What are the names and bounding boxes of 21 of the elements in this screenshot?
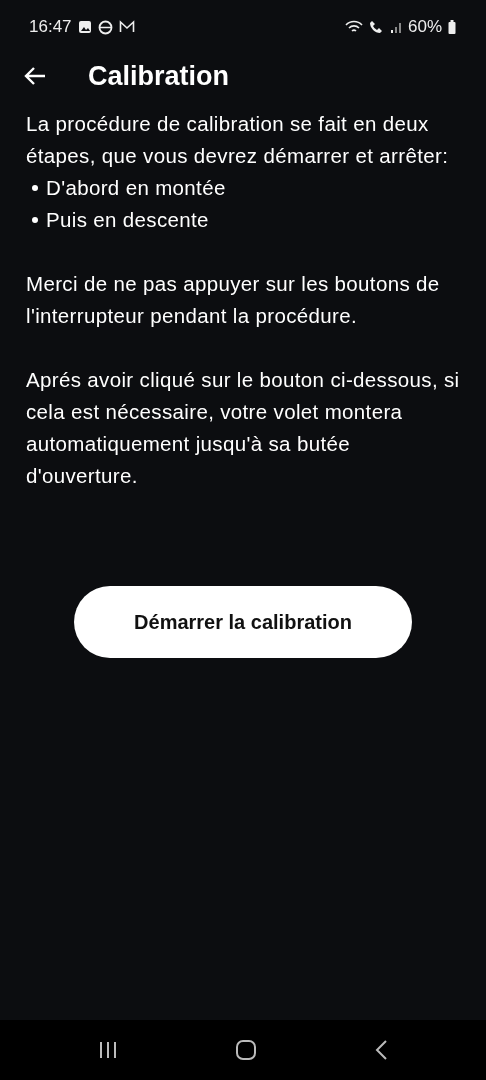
phone-icon	[368, 20, 384, 34]
bullet-icon	[32, 217, 38, 223]
intro-text: La procédure de calibration se fait en deux étapes, que vous devrez démarrer et arrêter:	[26, 111, 450, 169]
step-text: Puis en descente	[46, 207, 209, 233]
start-calibration-button[interactable]: Démarrer la calibration	[74, 586, 412, 658]
paragraph: Merci de ne pas appuyer sur les boutons de l'interrupteur pendant la procédure.	[26, 271, 441, 329]
paragraph: Aprés avoir cliqué sur le bouton ci-dessous, si cela est nécessaire, votre volet montera automatiquement jusqu'à sa butée d'ouverture.	[26, 367, 460, 489]
battery-percentage: 60%	[407, 17, 442, 37]
bullet-icon	[32, 185, 38, 191]
image-icon	[77, 20, 92, 34]
page-title: Calibration	[88, 60, 229, 92]
signal-icon	[389, 20, 402, 34]
clock: 16:47	[29, 17, 72, 37]
mail-icon	[118, 20, 135, 34]
wifi-icon	[344, 20, 363, 34]
back-arrow-icon[interactable]	[24, 67, 46, 85]
home-icon[interactable]	[235, 1040, 257, 1060]
recent-apps-icon[interactable]	[98, 1041, 119, 1059]
battery-icon	[448, 20, 456, 34]
back-icon[interactable]	[373, 1040, 388, 1060]
step-text: D'abord en montée	[46, 175, 226, 201]
